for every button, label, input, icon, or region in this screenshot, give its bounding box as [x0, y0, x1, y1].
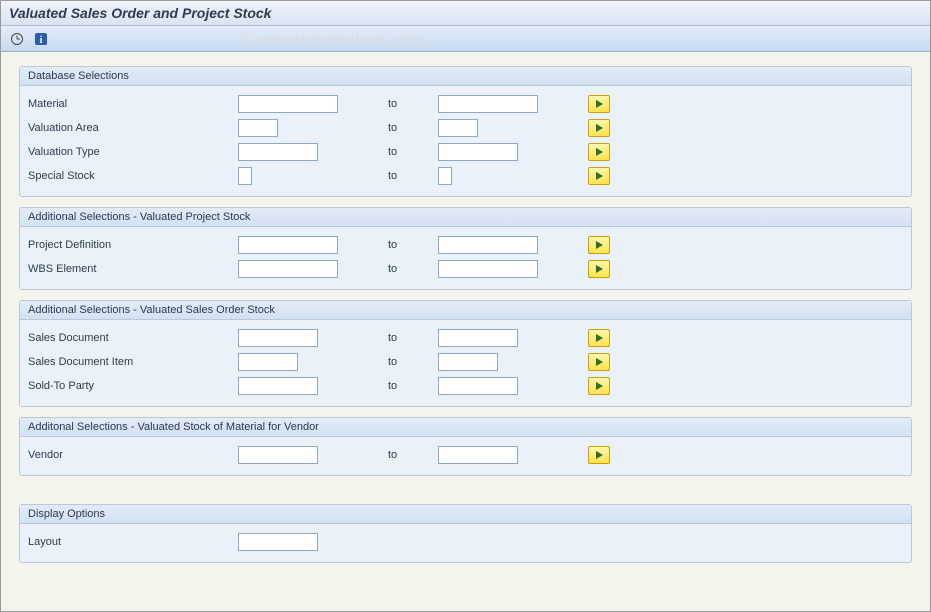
label-wbs-element: WBS Element	[28, 263, 228, 275]
sales-document-multiple-selection-button[interactable]	[588, 329, 610, 347]
to-label: to	[388, 239, 428, 251]
group-project-stock: Additional Selections - Valuated Project…	[19, 207, 912, 290]
vendor-to-input[interactable]	[438, 446, 518, 464]
label-sales-document: Sales Document	[28, 332, 228, 344]
label-valuation-type: Valuation Type	[28, 146, 228, 158]
label-valuation-area: Valuation Area	[28, 122, 228, 134]
group-header: Additional Selections - Valuated Project…	[20, 208, 911, 227]
arrow-right-icon	[596, 358, 603, 366]
group-display-options: Display Options Layout	[19, 504, 912, 563]
toolbar: i	[1, 26, 930, 52]
project-definition-to-input[interactable]	[438, 236, 538, 254]
arrow-right-icon	[596, 124, 603, 132]
special-stock-from-input[interactable]	[238, 167, 252, 185]
sold-to-party-to-input[interactable]	[438, 377, 518, 395]
layout-input[interactable]	[238, 533, 318, 551]
material-from-input[interactable]	[238, 95, 338, 113]
sales-document-item-multiple-selection-button[interactable]	[588, 353, 610, 371]
valuation-area-from-input[interactable]	[238, 119, 278, 137]
valuation-type-multiple-selection-button[interactable]	[588, 143, 610, 161]
content-area: Database Selections Material to Valuatio…	[1, 52, 930, 608]
label-vendor: Vendor	[28, 449, 228, 461]
page-title: Valuated Sales Order and Project Stock	[1, 1, 930, 26]
arrow-right-icon	[596, 100, 603, 108]
info-button[interactable]: i	[31, 30, 51, 48]
valuation-type-from-input[interactable]	[238, 143, 318, 161]
clock-icon	[10, 32, 24, 46]
info-icon: i	[34, 32, 48, 46]
to-label: to	[388, 122, 428, 134]
arrow-right-icon	[596, 451, 603, 459]
valuation-area-multiple-selection-button[interactable]	[588, 119, 610, 137]
to-label: to	[388, 170, 428, 182]
to-label: to	[388, 356, 428, 368]
label-layout: Layout	[28, 536, 228, 548]
group-sales-order-stock: Additional Selections - Valuated Sales O…	[19, 300, 912, 407]
sales-document-item-from-input[interactable]	[238, 353, 298, 371]
label-material: Material	[28, 98, 228, 110]
to-label: to	[388, 98, 428, 110]
to-label: to	[388, 146, 428, 158]
vendor-multiple-selection-button[interactable]	[588, 446, 610, 464]
group-database-selections: Database Selections Material to Valuatio…	[19, 66, 912, 197]
svg-text:i: i	[40, 35, 43, 46]
special-stock-to-input[interactable]	[438, 167, 452, 185]
group-header: Database Selections	[20, 67, 911, 86]
valuation-area-to-input[interactable]	[438, 119, 478, 137]
arrow-right-icon	[596, 382, 603, 390]
wbs-element-from-input[interactable]	[238, 260, 338, 278]
valuation-type-to-input[interactable]	[438, 143, 518, 161]
label-special-stock: Special Stock	[28, 170, 228, 182]
sold-to-party-from-input[interactable]	[238, 377, 318, 395]
label-project-definition: Project Definition	[28, 239, 228, 251]
sold-to-party-multiple-selection-button[interactable]	[588, 377, 610, 395]
project-definition-from-input[interactable]	[238, 236, 338, 254]
special-stock-multiple-selection-button[interactable]	[588, 167, 610, 185]
sales-document-to-input[interactable]	[438, 329, 518, 347]
to-label: to	[388, 380, 428, 392]
group-header: Additonal Selections - Valuated Stock of…	[20, 418, 911, 437]
project-definition-multiple-selection-button[interactable]	[588, 236, 610, 254]
vendor-from-input[interactable]	[238, 446, 318, 464]
wbs-element-to-input[interactable]	[438, 260, 538, 278]
sales-document-from-input[interactable]	[238, 329, 318, 347]
arrow-right-icon	[596, 172, 603, 180]
arrow-right-icon	[596, 241, 603, 249]
label-sold-to-party: Sold-To Party	[28, 380, 228, 392]
material-to-input[interactable]	[438, 95, 538, 113]
arrow-right-icon	[596, 265, 603, 273]
group-header: Additional Selections - Valuated Sales O…	[20, 301, 911, 320]
to-label: to	[388, 449, 428, 461]
execute-button[interactable]	[7, 30, 27, 48]
group-header: Display Options	[20, 505, 911, 524]
arrow-right-icon	[596, 148, 603, 156]
sales-document-item-to-input[interactable]	[438, 353, 498, 371]
wbs-element-multiple-selection-button[interactable]	[588, 260, 610, 278]
arrow-right-icon	[596, 334, 603, 342]
label-sales-document-item: Sales Document Item	[28, 356, 228, 368]
material-multiple-selection-button[interactable]	[588, 95, 610, 113]
to-label: to	[388, 263, 428, 275]
group-vendor-stock: Additonal Selections - Valuated Stock of…	[19, 417, 912, 476]
to-label: to	[388, 332, 428, 344]
